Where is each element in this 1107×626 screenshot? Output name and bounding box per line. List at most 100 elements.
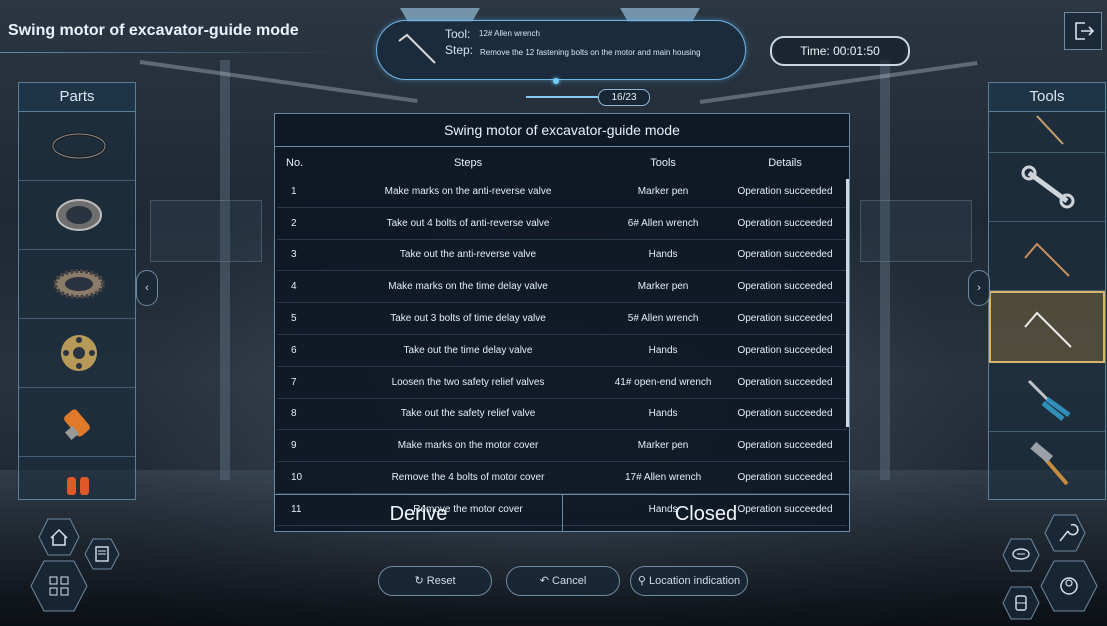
tool-hammer[interactable] [989, 432, 1105, 500]
cell-step: Take out the safety relief valve [332, 398, 604, 431]
cell-tool: Marker pen [603, 429, 724, 463]
cell-no: 2 [277, 207, 333, 240]
hammer-icon [1030, 442, 1069, 486]
table-header-row: No. Steps Tools Details [277, 150, 847, 176]
notes-button[interactable] [84, 538, 120, 570]
steps-table: No. Steps Tools Details 1 Make marks on … [277, 150, 847, 526]
table-row: 10 Remove the 4 bolts of motor cover 17#… [277, 461, 847, 494]
item-button[interactable] [1002, 586, 1040, 620]
exit-icon [1075, 22, 1095, 40]
pliers-icon [1027, 379, 1071, 421]
table-scrollbar[interactable] [846, 179, 849, 427]
progress-marker [553, 78, 559, 84]
cancel-button[interactable]: ↶ Cancel [506, 566, 620, 596]
table-row: 4 Make marks on the time delay valve Mar… [277, 270, 847, 304]
part-bearing[interactable] [19, 181, 135, 250]
reset-label: Reset [426, 575, 456, 587]
seal-ring-icon [51, 132, 107, 160]
column-header-details: Details [768, 157, 802, 169]
cell-detail: Operation succeeded [723, 398, 847, 431]
parts-panel-title: Parts [19, 83, 135, 112]
title-underline [0, 52, 350, 53]
tool-allen-wrench[interactable] [989, 222, 1105, 291]
bearing-icon [56, 199, 102, 231]
parts-collapse-button[interactable]: ‹ [136, 270, 158, 306]
cell-detail: Operation succeeded [723, 366, 847, 399]
cell-no: 6 [277, 334, 333, 367]
cell-tool: Hands [603, 239, 724, 272]
parts-panel: Parts [18, 82, 136, 500]
part-orange-caps[interactable] [19, 457, 135, 495]
home-button[interactable] [38, 518, 80, 556]
cell-tool: Hands [603, 334, 724, 367]
model-button[interactable] [1040, 560, 1098, 612]
cell-no: 3 [277, 239, 333, 272]
cell-detail: Operation succeeded [723, 207, 847, 240]
exit-button[interactable] [1064, 12, 1102, 50]
cell-step: Take out the anti-reverse valve [332, 239, 604, 272]
allen-wrench-icon [398, 33, 436, 64]
cell-step: Make marks on the anti-reverse valve [332, 176, 604, 208]
menu-button[interactable] [30, 560, 88, 612]
closed-button[interactable]: Closed [563, 495, 849, 531]
cell-step: Make marks on the motor cover [332, 429, 604, 463]
reset-icon: ↻ [414, 575, 424, 587]
tool-open-end-wrench[interactable] [989, 153, 1105, 222]
cell-tool: Hands [603, 398, 724, 431]
tool-allen-wrench-selected[interactable] [989, 291, 1105, 363]
column-header-steps: Steps [453, 157, 483, 169]
table-row: 9 Make marks on the motor cover Marker p… [277, 429, 847, 463]
allen-wrench-icon [1024, 311, 1072, 348]
tool-label: Tool: [445, 27, 471, 41]
dialog-footer: Derive Closed [275, 494, 849, 531]
orange-caps-icon [67, 477, 89, 495]
cell-step: Take out the time delay valve [332, 334, 604, 367]
tool-item-1[interactable] [989, 112, 1105, 153]
tool-value: 12# Allen wrench [479, 29, 540, 38]
tools-panel: Tools [988, 82, 1106, 500]
cell-step: Loosen the two safety relief valves [332, 366, 604, 399]
roller-bearing-icon [53, 269, 105, 299]
orange-plug-icon [64, 409, 90, 441]
chat-button[interactable] [1002, 538, 1040, 572]
timer: Time: 00:01:50 [770, 36, 910, 66]
cell-tool: Marker pen [603, 176, 724, 208]
cell-no: 5 [277, 302, 333, 335]
cell-no: 8 [277, 398, 333, 431]
tool-pliers[interactable] [989, 363, 1105, 432]
column-header-no: No. [286, 157, 304, 169]
part-orange-plug[interactable] [19, 388, 135, 457]
reset-button[interactable]: ↻ Reset [378, 566, 492, 596]
table-row: 8 Take out the safety relief valve Hands… [277, 398, 847, 431]
cancel-label: Cancel [552, 575, 587, 587]
table-row: 5 Take out 3 bolts of time delay valve 5… [277, 302, 847, 335]
tool-hint-button[interactable] [1044, 514, 1086, 552]
part-roller-bearing[interactable] [19, 250, 135, 319]
cell-no: 1 [277, 176, 333, 208]
progress-track [526, 96, 598, 98]
cell-step: Take out 4 bolts of anti-reverse valve [332, 207, 604, 240]
valve-plate-icon [61, 335, 97, 371]
cell-step: Make marks on the time delay valve [332, 270, 604, 304]
part-valve-plate[interactable] [19, 319, 135, 388]
tools-collapse-button[interactable]: › [968, 270, 990, 306]
step-label: Step: [445, 43, 474, 57]
table-row: 7 Loosen the two safety relief valves 41… [277, 366, 847, 399]
cell-tool: 41# open-end wrench [603, 366, 724, 399]
step-value: Remove the 12 fastening bolts on the mot… [480, 48, 701, 57]
cell-detail: Operation succeeded [723, 461, 847, 494]
part-seal-ring[interactable] [19, 112, 135, 181]
cell-tool: 6# Allen wrench [603, 207, 724, 240]
location-label: Location indication [649, 575, 741, 587]
current-step-box: Tool: 12# Allen wrench Step: Remove the … [376, 20, 746, 80]
derive-button[interactable]: Derive [275, 495, 562, 531]
cell-tool: 17# Allen wrench [603, 461, 724, 494]
cell-detail: Operation succeeded [723, 302, 847, 335]
table-row: 3 Take out the anti-reverse valve Hands … [277, 239, 847, 272]
open-end-wrench-icon [1021, 165, 1075, 209]
cell-detail: Operation succeeded [723, 334, 847, 367]
tools-panel-title: Tools [989, 83, 1105, 112]
cancel-icon: ↶ [539, 575, 549, 587]
location-indication-button[interactable]: ⚲ Location indication [630, 566, 748, 596]
cell-tool: 5# Allen wrench [603, 302, 724, 335]
